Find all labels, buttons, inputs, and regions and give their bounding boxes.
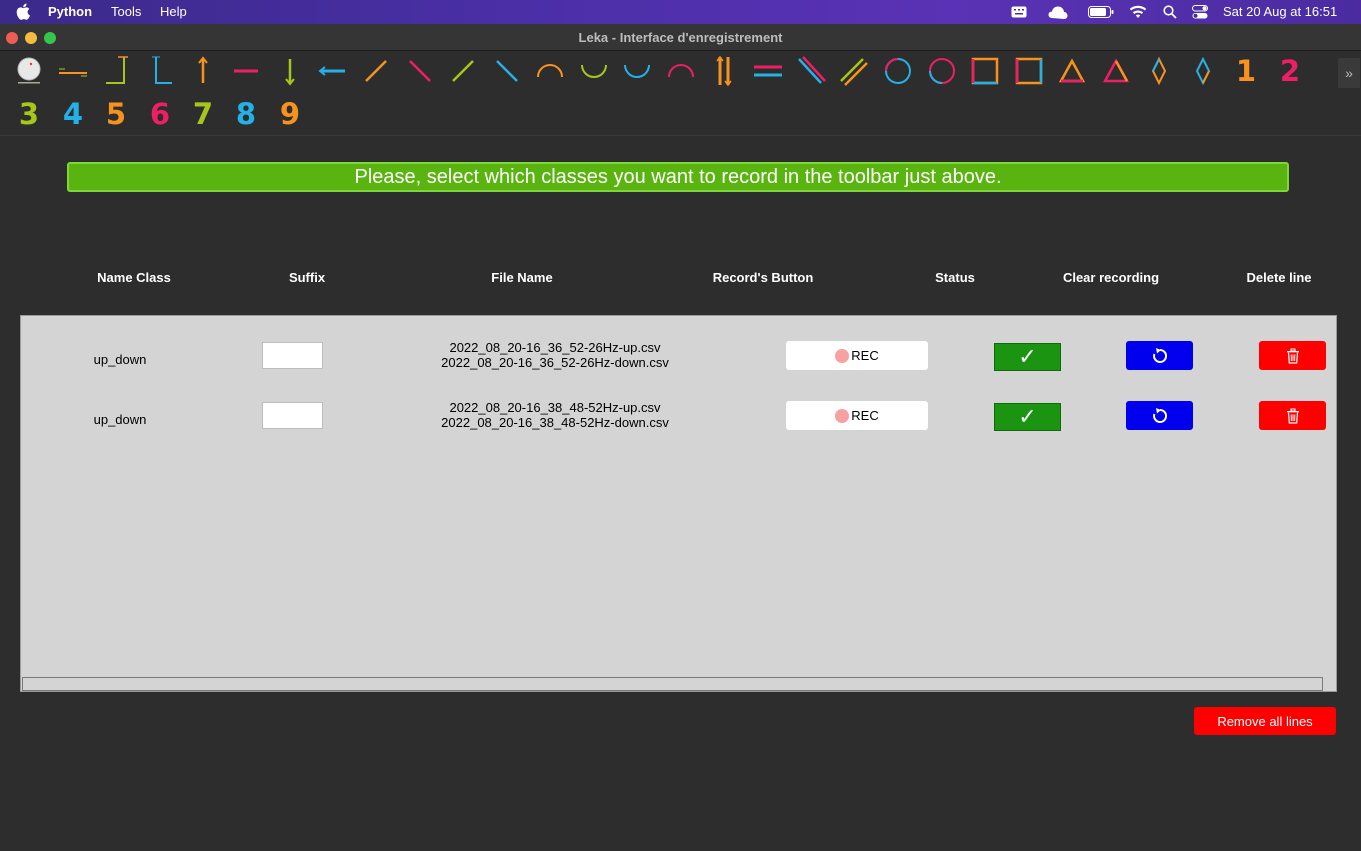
record-dot-icon [835,408,850,423]
status-check-button[interactable]: ✓ [994,343,1061,371]
menu-app-name[interactable]: Python [48,4,92,19]
recordings-table: up_down 2022_08_20-16_36_52-26Hz-up.csv … [20,315,1337,692]
horizontal-scrollbar[interactable] [22,677,1323,691]
arrow-down-icon[interactable] [270,52,310,90]
record-dot-icon [835,348,850,363]
menu-help[interactable]: Help [160,4,187,19]
header-suffix: Suffix [288,270,326,285]
remove-all-lines-button[interactable]: Remove all lines [1194,707,1336,735]
digit-5-button[interactable]: 5 [96,95,136,133]
refresh-icon [1152,347,1167,363]
status-check-button[interactable]: ✓ [994,403,1061,431]
suffix-input[interactable] [262,342,323,369]
triangle-icon[interactable] [1052,52,1092,90]
weather-icon[interactable] [1048,5,1070,19]
robot-icon[interactable] [9,52,49,90]
refresh-icon [1152,407,1167,423]
diag-double-alt-icon[interactable] [835,52,875,90]
digit-1-button[interactable]: 1 [1226,52,1266,90]
clear-recording-button[interactable] [1126,401,1193,430]
corner-down-icon[interactable] [96,52,136,90]
digit-2-button[interactable]: 2 [1270,52,1310,90]
name-class-cell: up_down [93,352,147,367]
header-clear-recording: Clear recording [1062,270,1160,285]
window-title: Leka - Interface d'enregistrement [578,30,783,45]
dash-icon[interactable] [226,52,266,90]
digit-8-button[interactable]: 8 [226,95,266,133]
square-icon[interactable] [965,52,1005,90]
square-alt-icon[interactable] [1009,52,1049,90]
battery-icon[interactable] [1088,6,1114,18]
diag-down-right-blue-icon[interactable] [487,52,527,90]
up-down-icon[interactable] [704,52,744,90]
line-hold-icon[interactable] [53,52,93,90]
file-name-cell: 2022_08_20-16_38_48-52Hz-up.csv 2022_08_… [441,400,669,430]
control-center-icon[interactable] [1192,5,1208,19]
left-right-icon[interactable] [748,52,788,90]
macos-menubar: Python Tools Help Sat 20 Aug at 16:51 [0,0,1361,24]
circle-blue-icon[interactable] [878,52,918,90]
header-file-name: File Name [491,270,553,285]
corner-up-icon[interactable] [140,52,180,90]
wifi-icon[interactable] [1129,5,1147,19]
header-status: Status [935,270,975,285]
name-class-cell: up_down [93,412,147,427]
digit-9-button[interactable]: 9 [270,95,310,133]
clear-recording-button[interactable] [1126,341,1193,370]
diamond-icon[interactable] [1139,52,1179,90]
menubar-clock[interactable]: Sat 20 Aug at 16:51 [1223,4,1337,19]
table-row: up_down 2022_08_20-16_36_52-26Hz-up.csv … [21,339,1336,379]
arrow-left-icon[interactable] [313,52,353,90]
app-window: Leka - Interface d'enregistrement 1 2 » … [0,24,1361,851]
file-name-down: 2022_08_20-16_38_48-52Hz-down.csv [441,415,669,430]
menu-tools[interactable]: Tools [111,4,141,19]
arrow-up-icon[interactable] [183,52,223,90]
delete-line-button[interactable] [1259,401,1326,430]
file-name-up: 2022_08_20-16_36_52-26Hz-up.csv [449,340,661,355]
trash-icon [1286,348,1299,364]
class-toolbar: 1 2 » 3 4 5 6 7 8 9 [0,52,1361,136]
keyboard-icon[interactable] [1011,6,1027,18]
diamond-alt-icon[interactable] [1183,52,1223,90]
table-row: up_down 2022_08_20-16_38_48-52Hz-up.csv … [21,399,1336,439]
file-name-down: 2022_08_20-16_36_52-26Hz-down.csv [441,355,669,370]
rec-button[interactable]: REC [786,341,928,370]
arc-bottom-blue-icon[interactable] [617,52,657,90]
diag-up-right-icon[interactable] [356,52,396,90]
delete-line-button[interactable] [1259,341,1326,370]
file-name-cell: 2022_08_20-16_36_52-26Hz-up.csv 2022_08_… [441,340,669,370]
triangle-alt-icon[interactable] [1096,52,1136,90]
digit-3-button[interactable]: 3 [9,95,49,133]
trash-icon [1286,408,1299,424]
digit-6-button[interactable]: 6 [140,95,180,133]
instruction-banner: Please, select which classes you want to… [67,162,1289,192]
header-delete-line: Delete line [1246,270,1312,285]
window-titlebar: Leka - Interface d'enregistrement [0,24,1361,51]
arc-top-icon[interactable] [530,52,570,90]
table-header: Name Class Suffix File Name Record's But… [0,270,1361,286]
header-name-class: Name Class [97,270,171,285]
apple-icon[interactable] [16,3,30,20]
rec-label: REC [851,348,879,363]
rec-button[interactable]: REC [786,401,928,430]
file-name-up: 2022_08_20-16_38_48-52Hz-up.csv [449,400,661,415]
header-record-button: Record's Button [712,270,814,285]
search-icon[interactable] [1163,5,1177,19]
diag-double-icon[interactable] [791,52,831,90]
toolbar-overflow-button[interactable]: » [1338,58,1360,88]
rec-label: REC [851,408,879,423]
diag-down-right-icon[interactable] [400,52,440,90]
diag-up-right-green-icon[interactable] [443,52,483,90]
circle-pink-icon[interactable] [922,52,962,90]
arc-bottom-icon[interactable] [574,52,614,90]
digit-7-button[interactable]: 7 [183,95,223,133]
digit-4-button[interactable]: 4 [53,95,93,133]
suffix-input[interactable] [262,402,323,429]
arc-top-pink-icon[interactable] [661,52,701,90]
